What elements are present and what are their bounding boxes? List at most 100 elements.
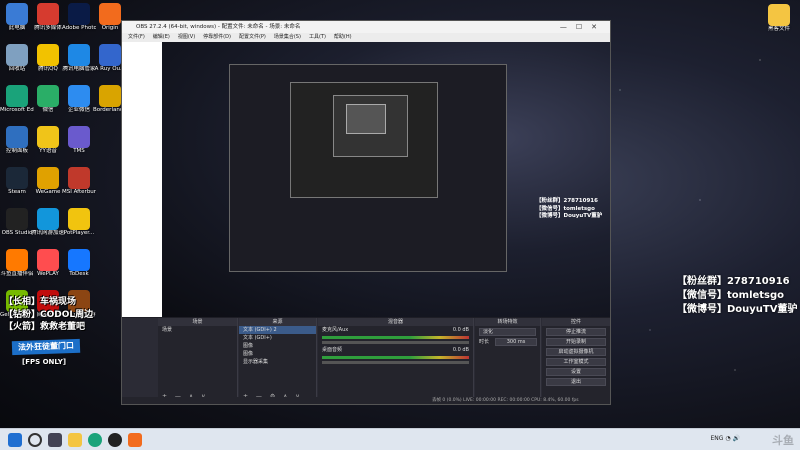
desktop-icon[interactable]: Steam bbox=[0, 167, 34, 196]
start-icon[interactable] bbox=[8, 433, 22, 447]
desktop-icon-label: 腾讯电脑管家 bbox=[62, 66, 96, 72]
desktop-icon[interactable]: 腾讯电脑管家 bbox=[62, 44, 96, 73]
desktop-icon-label: 企业微信 bbox=[67, 107, 90, 113]
window-controls[interactable]: —☐✕ bbox=[560, 21, 606, 33]
desktop-icon-label: MSI Afterburner bbox=[62, 189, 96, 195]
desktop-icon[interactable]: WeGame bbox=[31, 167, 65, 196]
obs-taskbar-icon[interactable] bbox=[108, 433, 122, 447]
mirrored-obs-window-4 bbox=[346, 104, 386, 134]
app-icon bbox=[6, 126, 28, 148]
desktop-icon[interactable]: PotPlayer... bbox=[62, 208, 96, 237]
app-icon bbox=[68, 126, 90, 148]
desktop-icon[interactable]: MSI Afterburner bbox=[62, 167, 96, 196]
desktop-icon-label: 腾讯多媒体 bbox=[34, 25, 62, 31]
desktop-icon[interactable]: OBS Studio bbox=[0, 208, 34, 237]
overlay-line-1: 【长相】车祸现场 bbox=[4, 297, 77, 307]
desktop-icon[interactable]: 腾讯QQ bbox=[31, 44, 65, 73]
network-icon[interactable]: ◔ bbox=[725, 435, 732, 442]
menu-view[interactable]: 视图(V) bbox=[178, 33, 195, 42]
source-item[interactable]: 显示器采集 bbox=[239, 358, 316, 366]
desktop-icon-label: Steam bbox=[8, 189, 26, 195]
obs-status-bar: 丢帧 0 (0.0%) LIVE: 00:00:00 REC: 00:00:00… bbox=[122, 397, 610, 404]
overlay-line-3: 【火箭】救救老董吧 bbox=[4, 322, 86, 332]
preview-fan-group: 【粉丝群】278710916 bbox=[536, 198, 598, 204]
menu-profile[interactable]: 配置文件(P) bbox=[239, 33, 266, 42]
menu-help[interactable]: 帮助(H) bbox=[334, 33, 352, 42]
desktop-icon-label: 微信 bbox=[42, 107, 54, 113]
app-icon bbox=[68, 249, 90, 271]
wechat-text: 【微信号】tomletsgo bbox=[677, 290, 785, 301]
menu-docks[interactable]: 停靠部件(D) bbox=[203, 33, 231, 42]
folder-icon bbox=[768, 4, 790, 26]
app-icon bbox=[37, 3, 59, 25]
search-icon[interactable] bbox=[28, 433, 42, 447]
app-icon bbox=[6, 249, 28, 271]
desktop-icon[interactable]: 腾讯多媒体 bbox=[31, 3, 65, 32]
scenes-dock: 场景 场景 + — ∧ ∨ bbox=[158, 318, 238, 404]
controls-header: 控件 bbox=[542, 318, 610, 326]
obs-menu-bar: 文件(F) 编辑(E) 视图(V) 停靠部件(D) 配置文件(P) 场景集合(S… bbox=[122, 33, 610, 42]
start-recording-button[interactable]: 开始录制 bbox=[546, 338, 606, 346]
scene-item[interactable]: 场景 bbox=[158, 326, 237, 334]
transition-select[interactable]: 淡化 bbox=[479, 328, 536, 336]
app-taskbar-icon[interactable] bbox=[128, 433, 142, 447]
mixer-channel-db: 0.0 dB bbox=[452, 327, 469, 333]
desktop-icon-label: 回收站 bbox=[8, 66, 26, 72]
exit-button[interactable]: 退出 bbox=[546, 378, 606, 386]
preview-wechat: 【微信号】tomletsgo bbox=[536, 205, 595, 212]
app-icon bbox=[99, 3, 121, 25]
desktop-icon-label: ToDesk bbox=[69, 271, 89, 277]
streamer-banner: 法外狂徒董门口 bbox=[11, 338, 81, 356]
obs-title-bar[interactable]: OBS 27.2.4 (64-bit, windows) - 配置文件: 未命名… bbox=[122, 21, 610, 33]
settings-button[interactable]: 设置 bbox=[546, 368, 606, 376]
task-view-icon[interactable] bbox=[48, 433, 62, 447]
menu-edit[interactable]: 编辑(E) bbox=[153, 33, 170, 42]
app-icon bbox=[68, 208, 90, 230]
file-explorer-icon[interactable] bbox=[68, 433, 82, 447]
edge-icon[interactable] bbox=[88, 433, 102, 447]
transitions-dock: 转场特效 淡化 时长 300 ms bbox=[475, 318, 541, 404]
studio-mode-button[interactable]: 工作室模式 bbox=[546, 358, 606, 366]
desktop-icon[interactable]: 此电脑 bbox=[0, 3, 34, 32]
system-tray[interactable]: ENG ◔ 🔊 bbox=[711, 435, 741, 442]
source-item[interactable]: 文本 (GDI+) bbox=[239, 334, 316, 342]
language-indicator[interactable]: ENG bbox=[711, 435, 724, 442]
desktop-icon-label: YY语音 bbox=[39, 148, 57, 154]
duration-input[interactable]: 300 ms bbox=[495, 338, 537, 346]
desktop-icon[interactable]: WePLAY bbox=[31, 249, 65, 278]
overlay-line-2: 【钻粉】CODOL周边 bbox=[4, 309, 94, 320]
desktop-icon[interactable]: 斗鱼直播伴侣 bbox=[0, 249, 34, 278]
controls-dock: 控件 停止推流 开始录制 启动虚拟摄像机 工作室模式 设置 退出 bbox=[542, 318, 610, 404]
menu-file[interactable]: 文件(F) bbox=[128, 33, 145, 42]
desktop-icon[interactable]: 回收站 bbox=[0, 44, 34, 73]
desktop-icon[interactable]: Adobe Photosh... bbox=[62, 3, 96, 32]
desktop-icon-folder[interactable]: 黑客文件 bbox=[762, 4, 796, 33]
taskbar: ENG ◔ 🔊 斗鱼 bbox=[0, 428, 800, 450]
desktop-icon[interactable]: 微信 bbox=[31, 85, 65, 114]
source-item[interactable]: 图像 bbox=[239, 342, 316, 350]
virtual-camera-button[interactable]: 启动虚拟摄像机 bbox=[546, 348, 606, 356]
menu-tools[interactable]: 工具(T) bbox=[309, 33, 326, 42]
desktop-icon-label: Microsoft Edge bbox=[0, 107, 34, 113]
desktop-icon[interactable]: YY语音 bbox=[31, 126, 65, 155]
desktop-icon[interactable]: 企业微信 bbox=[62, 85, 96, 114]
volume-slider[interactable] bbox=[322, 361, 469, 364]
volume-slider[interactable] bbox=[322, 341, 469, 344]
mixer-channel-row: 桌面音频 0.0 dB bbox=[318, 346, 473, 354]
menu-scene-collection[interactable]: 场景集合(S) bbox=[274, 33, 301, 42]
stream-info-overlay: 【粉丝群】278710916 【微信号】tomletsgo 【微博号】Douyu… bbox=[677, 275, 798, 317]
preview-weibo: 【微博号】DouyuTV董驴 bbox=[536, 213, 603, 219]
desktop-icon[interactable]: ToDesk bbox=[62, 249, 96, 278]
source-item[interactable]: 文本 (GDI+) 2 bbox=[239, 326, 316, 334]
desktop-icon[interactable]: TMS bbox=[62, 126, 96, 155]
desktop-icon[interactable]: 腾讯网游加速器5.0 bbox=[31, 208, 65, 237]
app-icon bbox=[37, 126, 59, 148]
stop-streaming-button[interactable]: 停止推流 bbox=[546, 328, 606, 336]
desktop-icon[interactable]: 控制面板 bbox=[0, 126, 34, 155]
app-icon bbox=[99, 85, 121, 107]
app-icon bbox=[68, 85, 90, 107]
desktop-icon[interactable]: Microsoft Edge bbox=[0, 85, 34, 114]
volume-icon[interactable]: 🔊 bbox=[733, 435, 740, 442]
preview-overlay-info: 【粉丝群】278710916 【微信号】tomletsgo 【微博号】Douyu… bbox=[536, 198, 602, 221]
source-item[interactable]: 图像 bbox=[239, 350, 316, 358]
